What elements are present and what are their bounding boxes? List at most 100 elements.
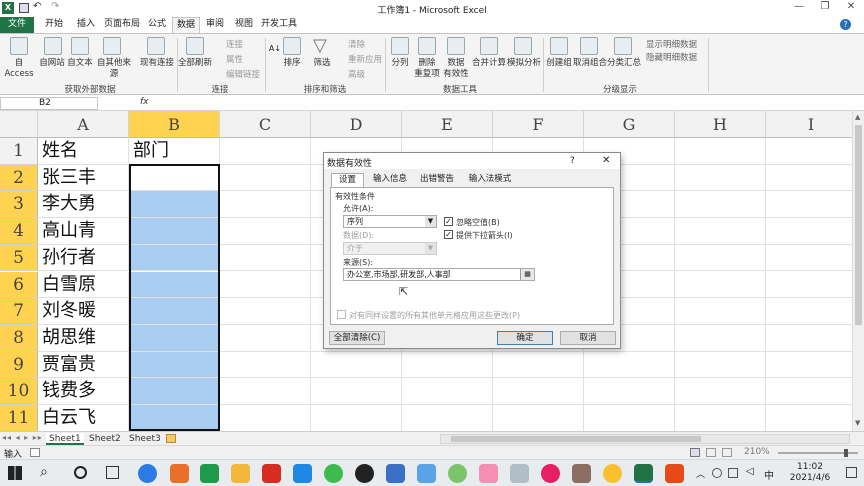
empty-cell[interactable]	[675, 218, 766, 245]
empty-cell[interactable]	[402, 405, 493, 431]
task-view-icon[interactable]	[106, 466, 119, 479]
name-box[interactable]: B2	[0, 97, 98, 110]
row-header[interactable]: 11	[0, 405, 38, 431]
app-icon-orange[interactable]	[170, 464, 189, 483]
volume-icon[interactable]: ◁	[746, 466, 754, 477]
empty-cell[interactable]	[675, 271, 766, 299]
empty-cell[interactable]	[311, 378, 402, 405]
app-icon-light-blue[interactable]	[417, 464, 436, 483]
column-header-b[interactable]: B	[129, 111, 220, 138]
empty-cell[interactable]	[584, 378, 675, 405]
row-header[interactable]: 8	[0, 324, 38, 352]
empty-cell[interactable]	[766, 165, 852, 192]
column-header-i[interactable]: I	[766, 111, 852, 138]
empty-cell[interactable]	[220, 324, 311, 352]
column-header-d[interactable]: D	[311, 111, 402, 138]
text-to-columns-button[interactable]: 分列	[386, 58, 414, 69]
cell-a[interactable]: 刘冬暖	[38, 298, 129, 325]
empty-cell[interactable]	[675, 191, 766, 219]
empty-cell[interactable]	[766, 245, 852, 272]
ignore-blank-checkbox[interactable]: ✓	[444, 217, 453, 226]
empty-cell[interactable]	[766, 378, 852, 405]
empty-cell[interactable]	[675, 244, 766, 272]
app-icon-l[interactable]	[138, 464, 157, 483]
column-header-a[interactable]: A	[38, 111, 129, 138]
row-header[interactable]: 2	[0, 164, 38, 192]
help-icon[interactable]: ?	[840, 19, 851, 30]
empty-cell[interactable]	[220, 298, 311, 325]
qq-icon[interactable]	[355, 464, 374, 483]
chevron-down-icon[interactable]: ▼	[425, 216, 436, 227]
ime-indicator[interactable]: 中	[764, 467, 774, 482]
consolidate-button[interactable]: 合并计算	[471, 58, 507, 69]
zoom-slider-thumb[interactable]	[844, 449, 848, 457]
cell-a[interactable]: 贾富贵	[38, 351, 129, 379]
cell-a[interactable]: 高山青	[38, 218, 129, 245]
column-header-c[interactable]: C	[220, 111, 311, 138]
filter-button[interactable]: 筛选	[308, 58, 336, 69]
empty-cell[interactable]	[493, 405, 584, 431]
tab-view[interactable]: 视图	[230, 17, 258, 33]
empty-cell[interactable]	[766, 298, 852, 325]
dialog-tab-ime-mode[interactable]: 输入法模式	[462, 173, 518, 187]
hide-detail-button[interactable]: 隐藏明细数据	[646, 51, 697, 63]
row-header[interactable]: 4	[0, 218, 38, 245]
horizontal-scroll-thumb[interactable]	[451, 436, 701, 442]
cell-a[interactable]: 白雪原	[38, 271, 129, 299]
app-icon-blue[interactable]	[293, 464, 312, 483]
from-other-sources-button[interactable]: 自其他来源	[94, 58, 134, 80]
edit-links-button[interactable]: 编辑链接	[226, 68, 260, 80]
dialog-tab-input-message[interactable]: 输入信息	[368, 173, 412, 187]
empty-cell[interactable]	[220, 405, 311, 431]
empty-cell[interactable]	[220, 191, 311, 219]
file-explorer-icon[interactable]	[231, 464, 250, 483]
connections-button[interactable]: 连接	[226, 38, 243, 50]
remove-duplicates-button[interactable]: 删除 重复项	[412, 58, 442, 80]
tab-home[interactable]: 开始	[38, 17, 70, 33]
vertical-scrollbar[interactable]: ▲ ▼	[852, 111, 864, 431]
app-icon-colorful[interactable]	[541, 464, 560, 483]
tray-icon-1[interactable]	[712, 468, 722, 478]
existing-connections-button[interactable]: 现有连接	[138, 58, 176, 69]
cell-a[interactable]: 钱费多	[38, 378, 129, 405]
dialog-tab-error-alert[interactable]: 出错警告	[415, 173, 459, 187]
app-icon-pink[interactable]	[479, 464, 498, 483]
ok-button[interactable]: 确定	[497, 331, 553, 345]
zoom-slider[interactable]	[778, 449, 858, 457]
chrome-icon[interactable]	[603, 464, 622, 483]
tab-file[interactable]: 文件	[0, 17, 34, 33]
empty-cell[interactable]	[311, 405, 402, 431]
minimize-icon[interactable]: —	[786, 1, 812, 15]
row-header[interactable]: 1	[0, 138, 38, 165]
cell-b[interactable]: 部门	[129, 138, 220, 165]
dialog-help-icon[interactable]: ?	[570, 156, 575, 166]
new-sheet-icon[interactable]	[166, 434, 176, 443]
empty-cell[interactable]	[220, 271, 311, 299]
column-header-h[interactable]: H	[675, 111, 766, 138]
group-button[interactable]: 创建组	[544, 58, 574, 69]
cell-a[interactable]: 张三丰	[38, 164, 129, 192]
fx-icon[interactable]: fx	[140, 97, 149, 107]
empty-cell[interactable]	[766, 138, 852, 165]
from-access-button[interactable]: 自 Access	[0, 58, 38, 80]
dialog-tab-settings[interactable]: 设置	[331, 173, 364, 187]
scroll-thumb[interactable]	[855, 125, 862, 325]
empty-cell[interactable]	[220, 138, 311, 165]
scroll-down-icon[interactable]: ▼	[855, 419, 860, 427]
empty-cell[interactable]	[766, 325, 852, 352]
formula-input[interactable]	[158, 97, 848, 110]
empty-cell[interactable]	[220, 218, 311, 245]
empty-cell[interactable]	[311, 351, 402, 379]
tab-insert[interactable]: 插入	[70, 17, 102, 33]
wechat-icon[interactable]	[324, 464, 343, 483]
data-validation-button[interactable]: 数据 有效性	[440, 58, 472, 80]
clock-time[interactable]: 11:02	[790, 462, 830, 472]
app-icon-green[interactable]	[200, 464, 219, 483]
row-header[interactable]: 10	[0, 378, 38, 405]
empty-cell[interactable]	[584, 405, 675, 431]
source-input[interactable]: 办公室,市场部,研发部,人事部 ▦	[343, 268, 535, 281]
zoom-level[interactable]: 210%	[744, 447, 770, 457]
properties-button[interactable]: 属性	[226, 53, 243, 65]
app-icon-red[interactable]	[262, 464, 281, 483]
dialog-close-icon[interactable]: ✕	[602, 155, 610, 166]
